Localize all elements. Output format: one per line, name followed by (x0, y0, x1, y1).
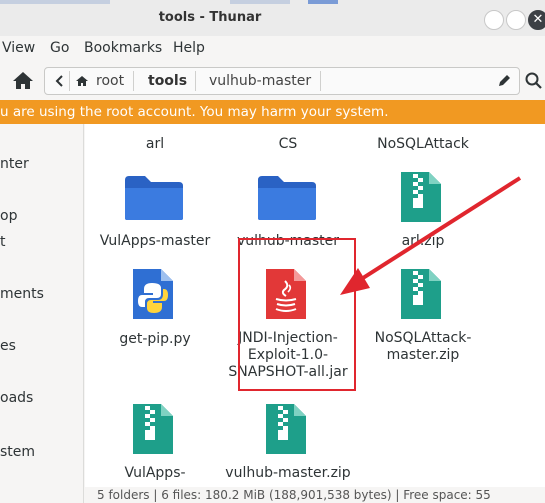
crumb-separator (69, 71, 70, 91)
home-icon (13, 72, 33, 89)
chevron-left-icon (55, 75, 63, 87)
zip-icon (266, 404, 306, 454)
file-label: NoSQLAttack (377, 136, 469, 152)
sidebar: nter op t ments es oads stem (0, 124, 84, 503)
minimize-button[interactable] (484, 10, 504, 30)
sidebar-item[interactable]: ments (0, 286, 44, 302)
file-item-get-pip[interactable]: get-pip.py (85, 267, 225, 347)
file-item-vulapps-master[interactable]: VulApps-master (85, 174, 225, 254)
annotation-highlight-box (238, 238, 356, 391)
menu-go[interactable]: Go (50, 40, 69, 56)
back-crumb-button[interactable] (49, 68, 71, 94)
search-icon (525, 72, 542, 89)
menu-bookmarks[interactable]: Bookmarks (84, 40, 162, 56)
pencil-icon (499, 75, 510, 86)
file-item-cs[interactable]: CS (218, 136, 358, 153)
home-button[interactable] (10, 68, 36, 94)
sidebar-item[interactable]: es (0, 338, 16, 354)
window-title: tools - Thunar (158, 10, 262, 25)
crumb-separator (320, 71, 321, 91)
crumb-vulhub-master[interactable]: vulhub-master (209, 68, 311, 94)
status-bar: 5 folders | 6 files: 180.2 MiB (188,901,… (85, 487, 545, 503)
path-bar: root tools vulhub-master (44, 67, 520, 95)
python-file-icon (133, 269, 173, 319)
file-item-nosqlattack-master-zip[interactable]: NoSQLAttack- master.zip (353, 267, 493, 367)
edit-location-button[interactable] (493, 71, 515, 91)
file-label: VulApps- (124, 465, 186, 481)
sidebar-item[interactable]: stem (0, 444, 35, 460)
crumb-separator (195, 71, 196, 91)
zip-icon (401, 172, 441, 222)
menu-help[interactable]: Help (173, 40, 205, 56)
zip-icon (133, 404, 173, 454)
file-label: CS (278, 136, 298, 152)
home-icon (76, 76, 88, 86)
file-item-vulapps-zip[interactable]: VulApps- (85, 402, 225, 487)
maximize-button[interactable] (506, 10, 526, 30)
crumb-root[interactable]: root (96, 68, 124, 94)
file-label: vulhub-master.zip (225, 465, 351, 481)
close-button[interactable]: ✕ (528, 10, 545, 30)
file-label: VulApps-master (99, 233, 211, 249)
crumb-separator (133, 71, 134, 91)
menubar: View Go Bookmarks Help (0, 36, 545, 62)
file-item-vulhub-master-zip[interactable]: vulhub-master.zip (218, 402, 358, 487)
sidebar-item[interactable]: t (0, 234, 6, 250)
location-toolbar: root tools vulhub-master (0, 62, 545, 100)
file-item-nosqlattack[interactable]: NoSQLAttack (353, 136, 493, 153)
sidebar-item[interactable]: op (0, 208, 17, 224)
sidebar-item[interactable]: nter (0, 156, 29, 172)
file-item-arl-zip[interactable]: arl.zip (353, 170, 493, 254)
window-titlebar: tools - Thunar ✕ (0, 0, 545, 36)
file-label: NoSQLAttack- master.zip (374, 330, 472, 363)
folder-icon (125, 176, 183, 220)
top-strip (0, 0, 110, 4)
root-warning-banner: u are using the root account. You may ha… (0, 100, 545, 124)
top-strip (308, 0, 338, 4)
file-label: arl (145, 136, 165, 152)
root-crumb-icon (75, 68, 89, 94)
menu-view[interactable]: View (2, 40, 35, 56)
search-button[interactable] (524, 71, 544, 91)
zip-icon (401, 269, 441, 319)
top-strip (230, 0, 290, 4)
file-item-arl[interactable]: arl (85, 136, 225, 153)
sidebar-item[interactable]: oads (0, 390, 33, 406)
file-label: get-pip.py (119, 331, 191, 347)
crumb-tools[interactable]: tools (148, 68, 187, 94)
file-label: arl.zip (401, 233, 445, 249)
folder-icon (258, 176, 316, 220)
